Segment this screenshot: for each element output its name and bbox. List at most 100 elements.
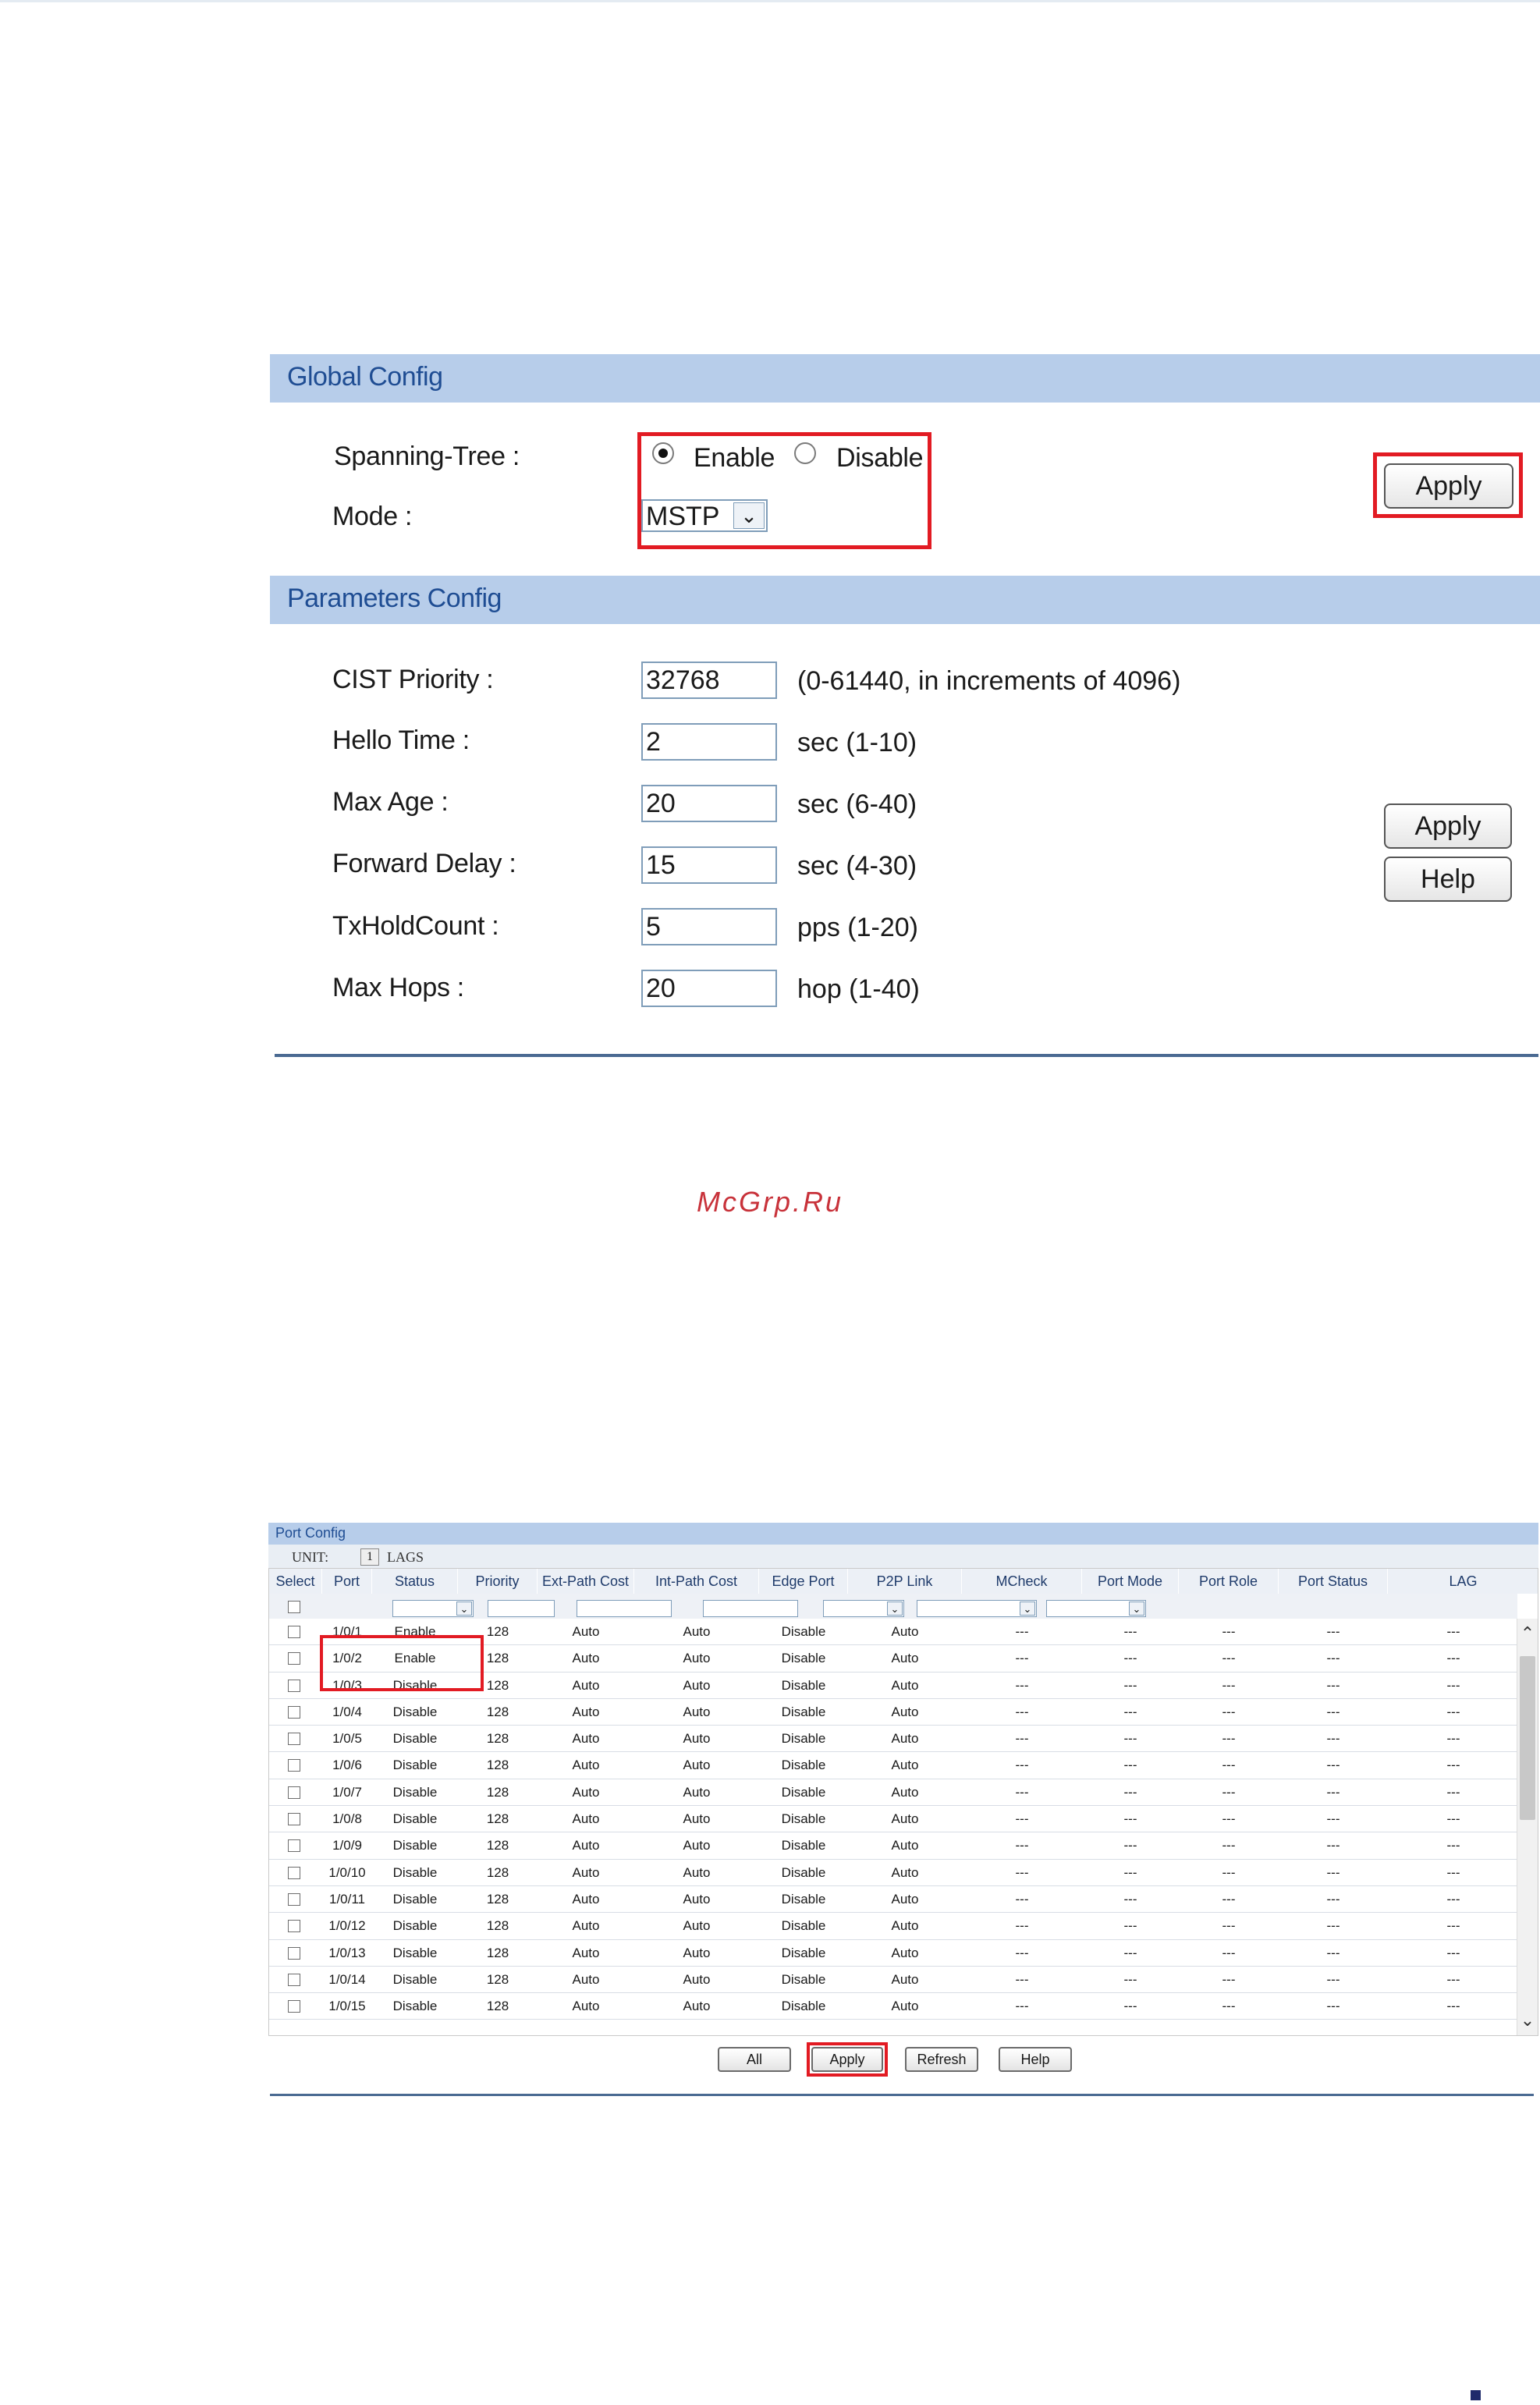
row-select-checkbox[interactable] <box>288 1733 300 1746</box>
max-hops-input[interactable]: 20 <box>641 970 777 1007</box>
cell-lag: --- <box>1446 1677 1460 1693</box>
cell-edge-port: Disable <box>781 1945 826 1960</box>
table-scrollbar[interactable]: ⌃ ⌄ <box>1517 1619 1538 2035</box>
row-select-checkbox[interactable] <box>288 1813 300 1826</box>
cell-p2p-link: Auto <box>891 1731 919 1747</box>
unit-1-button[interactable]: 1 <box>360 1548 379 1566</box>
cell-port-role: --- <box>1222 1651 1236 1666</box>
row-select-checkbox[interactable] <box>288 1705 300 1719</box>
cell-port-mode: --- <box>1123 1651 1137 1666</box>
cell-int-path-cost: Auto <box>683 1811 711 1827</box>
cell-port-role: --- <box>1222 1811 1236 1827</box>
port-config-title: Port Config <box>275 1525 346 1541</box>
col-header-priority: Priority <box>458 1569 538 1594</box>
select-all-checkbox[interactable] <box>288 1601 300 1613</box>
priority-filter-input[interactable] <box>488 1600 555 1617</box>
cell-mcheck: --- <box>1015 1891 1029 1907</box>
cell-status: Disable <box>392 1864 438 1880</box>
row-select-checkbox[interactable] <box>288 2000 300 2013</box>
col-header-ext-path-cost: Ext-Path Cost <box>538 1569 634 1594</box>
cell-ext-path-cost: Auto <box>572 1891 600 1907</box>
hello-time-range: sec (1-10) <box>797 728 917 757</box>
edge-port-filter-select[interactable]: ⌄ <box>823 1600 904 1617</box>
cell-lag: --- <box>1446 1811 1460 1827</box>
hello-time-input[interactable]: 2 <box>641 723 777 761</box>
cell-status: Disable <box>392 1945 438 1960</box>
parameters-config-title: Parameters Config <box>287 584 502 613</box>
cell-ext-path-cost: Auto <box>572 1811 600 1827</box>
row-select-checkbox[interactable] <box>288 1652 300 1665</box>
chevron-down-icon[interactable]: ⌄ <box>1517 2010 1538 2031</box>
row-select-checkbox[interactable] <box>288 1892 300 1906</box>
chevron-down-icon: ⌄ <box>456 1602 472 1616</box>
row-select-checkbox[interactable] <box>288 1626 300 1638</box>
top-rule <box>0 0 1540 2</box>
parameters-config-header: Parameters Config <box>270 576 1540 624</box>
cell-priority: 128 <box>486 1704 509 1719</box>
cell-status: Disable <box>392 1758 438 1773</box>
scrollbar-thumb[interactable] <box>1520 1656 1535 1820</box>
hello-time-label: Hello Time : <box>332 725 470 755</box>
cell-lag: --- <box>1446 1784 1460 1800</box>
cell-edge-port: Disable <box>781 1677 826 1693</box>
cell-status: Disable <box>392 1811 438 1827</box>
cell-priority: 128 <box>486 1891 509 1907</box>
row-select-checkbox[interactable] <box>288 1973 300 1986</box>
cist-priority-label: CIST Priority : <box>332 665 494 694</box>
cell-status: Disable <box>392 1999 438 2014</box>
p2p-link-filter-select[interactable]: ⌄ <box>917 1600 1037 1617</box>
cell-edge-port: Disable <box>781 1999 826 2014</box>
cell-port-role: --- <box>1222 1838 1236 1853</box>
cell-port-mode: --- <box>1123 1677 1137 1693</box>
cell-edge-port: Disable <box>781 1731 826 1747</box>
lags-link[interactable]: LAGS <box>387 1549 424 1566</box>
cell-port-mode: --- <box>1123 1704 1137 1719</box>
forward-delay-input[interactable]: 15 <box>641 846 777 884</box>
row-select-checkbox[interactable] <box>288 1759 300 1772</box>
row-select-checkbox[interactable] <box>288 1786 300 1799</box>
row-select-checkbox[interactable] <box>288 1866 300 1879</box>
row-select-checkbox[interactable] <box>288 1839 300 1853</box>
col-header-mcheck: MCheck <box>962 1569 1082 1594</box>
cell-lag: --- <box>1446 1971 1460 1987</box>
txholdcount-input[interactable]: 5 <box>641 908 777 945</box>
row-select-checkbox[interactable] <box>288 1920 300 1933</box>
cell-port-status: --- <box>1326 1624 1340 1639</box>
max-age-input[interactable]: 20 <box>641 785 777 822</box>
refresh-button[interactable]: Refresh <box>905 2047 978 2072</box>
table-row: 1/0/14 Disable 128 Auto Auto Disable Auto --- --… <box>269 1967 1517 1994</box>
ext-path-cost-filter-input[interactable] <box>577 1600 672 1617</box>
row-select-checkbox[interactable] <box>288 1679 300 1692</box>
cell-p2p-link: Auto <box>891 1624 919 1639</box>
port-config-separator <box>270 2094 1534 2096</box>
cist-priority-range: (0-61440, in increments of 4096) <box>797 666 1181 696</box>
cell-int-path-cost: Auto <box>683 1758 711 1773</box>
cell-lag: --- <box>1446 1838 1460 1853</box>
row-select-checkbox[interactable] <box>288 1946 300 1960</box>
cell-mcheck: --- <box>1015 1677 1029 1693</box>
mcheck-filter-select[interactable]: ⌄ <box>1046 1600 1146 1617</box>
cell-p2p-link: Auto <box>891 1971 919 1987</box>
port-help-button[interactable]: Help <box>999 2047 1072 2072</box>
cist-priority-input[interactable]: 32768 <box>641 662 777 699</box>
col-header-p2p-link: P2P Link <box>848 1569 962 1594</box>
status-filter-select[interactable]: ⌄ <box>392 1600 474 1617</box>
cell-port-mode: --- <box>1123 1864 1137 1880</box>
chevron-up-icon[interactable]: ⌃ <box>1517 1623 1538 1644</box>
cell-edge-port: Disable <box>781 1918 826 1934</box>
cell-priority: 128 <box>486 1918 509 1934</box>
cell-ext-path-cost: Auto <box>572 1971 600 1987</box>
select-all-button[interactable]: All <box>718 2047 791 2072</box>
params-help-button[interactable]: Help <box>1384 857 1512 902</box>
cell-int-path-cost: Auto <box>683 1784 711 1800</box>
port-config-header: Port Config <box>268 1523 1538 1545</box>
cell-port-mode: --- <box>1123 1731 1137 1747</box>
cell-port-status: --- <box>1326 1999 1340 2014</box>
cell-port-status: --- <box>1326 1731 1340 1747</box>
cell-port-role: --- <box>1222 1731 1236 1747</box>
cell-port: 1/0/7 <box>332 1784 362 1800</box>
max-age-label: Max Age : <box>332 787 449 817</box>
int-path-cost-filter-input[interactable] <box>703 1600 798 1617</box>
cell-port-role: --- <box>1222 1918 1236 1934</box>
params-apply-button[interactable]: Apply <box>1384 803 1512 849</box>
